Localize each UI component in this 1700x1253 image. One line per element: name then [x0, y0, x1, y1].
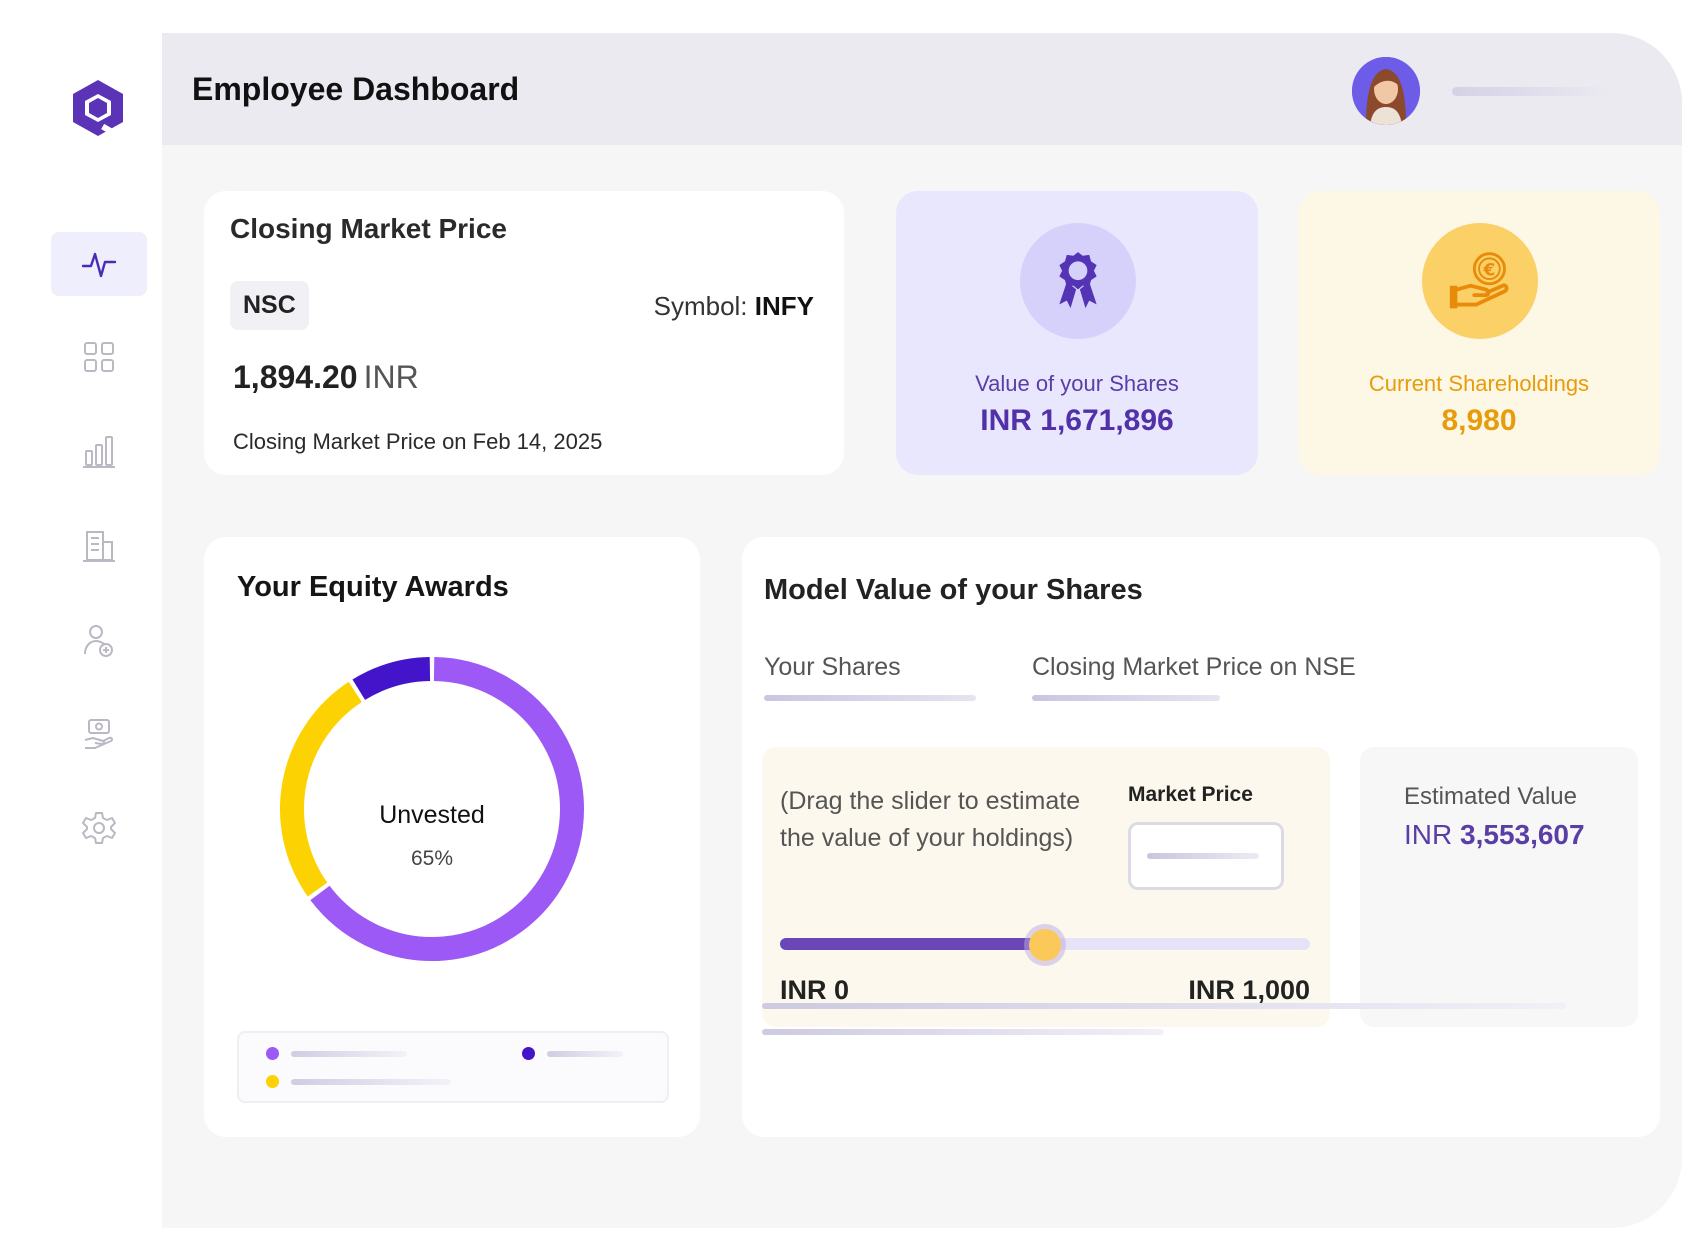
price-value: 1,894.20 — [233, 359, 358, 395]
sidebar-item-grid[interactable] — [51, 325, 147, 389]
sidebar-item-users[interactable] — [51, 608, 147, 672]
tab-underline — [1032, 695, 1220, 701]
bar-chart-icon — [83, 436, 115, 468]
top-bar: Employee Dashboard — [162, 33, 1682, 145]
card-title: Model Value of your Shares — [764, 574, 1143, 606]
tab-underline — [764, 695, 976, 701]
slider-min-label: INR 0 — [780, 975, 850, 1005]
sidebar-item-reports[interactable] — [51, 419, 147, 483]
equity-awards-card: Your Equity Awards Unvested 65% — [204, 537, 700, 1137]
award-icon — [1020, 223, 1136, 339]
estimated-value-prefix: INR — [1404, 819, 1453, 850]
legend-label-placeholder — [291, 1079, 451, 1085]
tab-your-shares[interactable]: Your Shares — [764, 653, 901, 682]
market-price-input[interactable] — [1128, 822, 1284, 890]
placeholder-line — [762, 1029, 1164, 1035]
hand-money-icon — [84, 719, 114, 749]
app-logo[interactable] — [68, 76, 128, 140]
legend-dot-yellow — [266, 1075, 279, 1088]
symbol-text: Symbol: INFY — [654, 291, 814, 322]
sidebar-item-payouts[interactable] — [51, 702, 147, 766]
input-value-placeholder — [1147, 853, 1259, 859]
user-name-placeholder — [1452, 87, 1612, 96]
card-title: Closing Market Price — [230, 213, 507, 244]
closing-price: 1,894.20 INR — [233, 359, 419, 396]
legend-label-placeholder — [547, 1051, 623, 1057]
sidebar-item-activity[interactable] — [51, 232, 147, 296]
estimated-value-label: Estimated Value — [1404, 783, 1577, 810]
symbol-value: INFY — [754, 291, 814, 321]
sidebar-item-company[interactable] — [51, 514, 147, 578]
shares-value-label: Value of your Shares — [975, 371, 1179, 396]
slider-hint: (Drag the slider to estimate the value o… — [780, 787, 1081, 852]
price-unit: INR — [363, 359, 419, 395]
card-title: Your Equity Awards — [237, 571, 509, 603]
legend-dot-purple — [266, 1047, 279, 1060]
user-add-icon — [84, 625, 113, 657]
estimated-value: INR 3,553,607 — [1404, 819, 1585, 851]
shareholdings-card: € Current Shareholdings 8,980 — [1298, 191, 1660, 475]
model-value-card: Model Value of your Shares Your Shares C… — [742, 537, 1660, 1137]
settings-icon — [82, 812, 116, 844]
price-slider-thumb[interactable] — [1029, 929, 1061, 961]
estimated-value-amount: 3,553,607 — [1460, 819, 1585, 850]
exchange-badge: NSC — [230, 281, 309, 330]
donut-center-value: 65% — [411, 847, 453, 870]
symbol-label: Symbol: — [653, 291, 748, 321]
grid-icon — [84, 342, 114, 372]
hand-coin-icon: € — [1422, 223, 1538, 339]
placeholder-line — [762, 1003, 1566, 1009]
donut-segment-2[interactable] — [352, 657, 431, 701]
equity-donut-chart: Unvested 65% — [280, 657, 584, 961]
shares-value-amount: INR 1,671,896 — [980, 404, 1174, 437]
avatar[interactable] — [1352, 57, 1420, 125]
chart-legend — [237, 1031, 669, 1103]
slider-panel: (Drag the slider to estimate the value o… — [762, 747, 1330, 1027]
svg-text:€: € — [1483, 260, 1496, 280]
activity-icon — [81, 252, 117, 278]
slider-max-label: INR 1,000 — [1188, 975, 1310, 1005]
closing-price-date: Closing Market Price on Feb 14, 2025 — [233, 429, 603, 454]
sidebar-item-settings[interactable] — [51, 796, 147, 860]
shareholdings-label: Current Shareholdings — [1368, 371, 1590, 396]
shares-value-card: Value of your Shares INR 1,671,896 — [896, 191, 1258, 475]
page-title: Employee Dashboard — [192, 71, 520, 107]
estimated-value-panel: Estimated Value INR 3,553,607 — [1360, 747, 1638, 1027]
donut-segment-1[interactable] — [280, 681, 362, 897]
donut-center-label: Unvested — [379, 801, 485, 829]
market-price-label: Market Price — [1128, 783, 1253, 806]
price-slider-fill — [780, 938, 1045, 950]
sidebar — [0, 0, 162, 1253]
closing-price-card: Closing Market Price NSC Symbol: INFY 1,… — [204, 191, 844, 475]
main-frame: Employee Dashboard Closing Market Price … — [162, 33, 1682, 1228]
shareholdings-amount: 8,980 — [1441, 404, 1517, 437]
building-icon — [83, 531, 115, 562]
tab-closing-market-price[interactable]: Closing Market Price on NSE — [1032, 653, 1356, 682]
legend-label-placeholder — [291, 1051, 407, 1057]
legend-dot-indigo — [522, 1047, 535, 1060]
